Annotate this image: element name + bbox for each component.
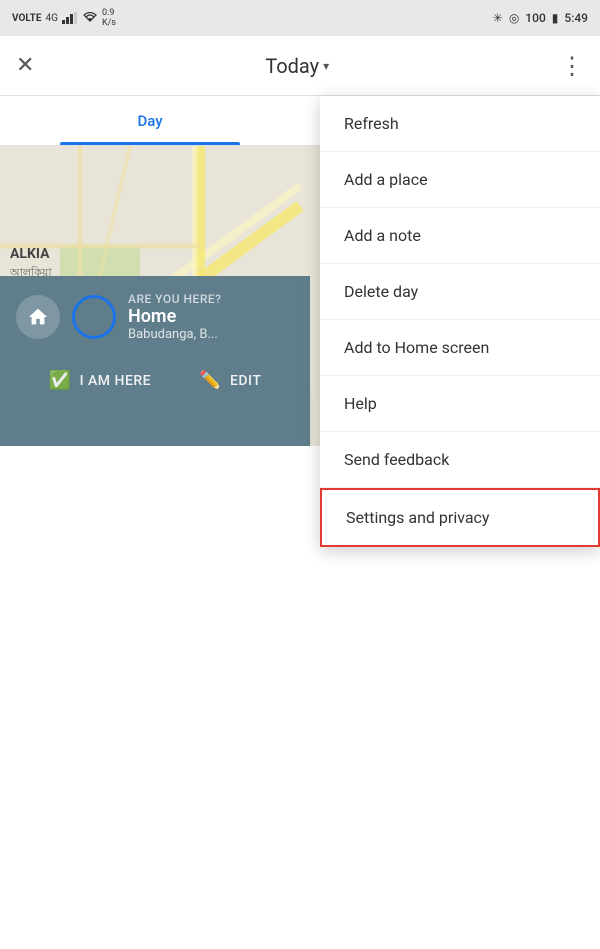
- map-location-label: ALKIA: [10, 246, 50, 262]
- edit-icon: ✏️: [199, 370, 222, 391]
- speed-label: 0.9K/s: [102, 8, 116, 28]
- menu-item-delete-day[interactable]: Delete day: [320, 264, 600, 320]
- dropdown-menu: RefreshAdd a placeAdd a noteDelete dayAd…: [320, 96, 600, 547]
- tab-day[interactable]: Day: [0, 96, 300, 145]
- menu-item-settings[interactable]: Settings and privacy: [320, 488, 600, 547]
- carrier-label: VOLTE: [12, 13, 42, 24]
- home-location-name: Home: [128, 306, 294, 327]
- timeline-circle: [72, 295, 116, 339]
- bottom-card: ARE YOU HERE? Home Babudanga, B... ✅ I A…: [0, 276, 310, 446]
- i-am-here-button[interactable]: ✅ I AM HERE: [49, 370, 151, 391]
- menu-item-add-note[interactable]: Add a note: [320, 208, 600, 264]
- i-am-here-label: I AM HERE: [80, 373, 152, 389]
- menu-item-feedback[interactable]: Send feedback: [320, 432, 600, 488]
- status-right: ✳ ◎ 100 ▮ 5:49: [493, 11, 588, 25]
- time-label: 5:49: [564, 11, 588, 25]
- status-left: VOLTE 4G 0.9K/s: [12, 8, 116, 28]
- wifi-icon: [82, 12, 98, 24]
- home-icon: [27, 306, 49, 328]
- edit-button[interactable]: ✏️ EDIT: [199, 370, 261, 391]
- menu-item-help[interactable]: Help: [320, 376, 600, 432]
- battery-icon: ▮: [552, 11, 559, 25]
- tab-day-label: Day: [137, 112, 162, 130]
- location-info: ARE YOU HERE? Home Babudanga, B...: [128, 292, 294, 342]
- menu-item-add-home[interactable]: Add to Home screen: [320, 320, 600, 376]
- check-circle-icon: ✅: [49, 370, 72, 391]
- menu-item-refresh[interactable]: Refresh: [320, 96, 600, 152]
- location-row: ARE YOU HERE? Home Babudanga, B...: [0, 276, 310, 358]
- close-button[interactable]: ✕: [16, 53, 34, 78]
- status-bar: VOLTE 4G 0.9K/s ✳ ◎ 100 ▮ 5:49: [0, 0, 600, 36]
- edit-label: EDIT: [230, 373, 261, 389]
- network-label: 4G: [46, 13, 58, 24]
- more-menu-button[interactable]: ⋮: [560, 52, 584, 80]
- header: ✕ Today ▾ ⋮: [0, 36, 600, 96]
- header-title-text: Today: [265, 54, 319, 78]
- are-you-here-label: ARE YOU HERE?: [128, 292, 294, 306]
- signal-icon: [62, 12, 78, 24]
- battery-label: 100: [525, 11, 545, 25]
- bluetooth-icon: ✳: [493, 11, 503, 25]
- home-address: Babudanga, B...: [128, 327, 294, 342]
- home-icon-circle: [16, 295, 60, 339]
- menu-item-add-place[interactable]: Add a place: [320, 152, 600, 208]
- title-dropdown-arrow[interactable]: ▾: [323, 59, 329, 73]
- action-row: ✅ I AM HERE ✏️ EDIT: [0, 358, 310, 403]
- header-title: Today ▾: [265, 54, 329, 78]
- location-icon: ◎: [509, 11, 519, 25]
